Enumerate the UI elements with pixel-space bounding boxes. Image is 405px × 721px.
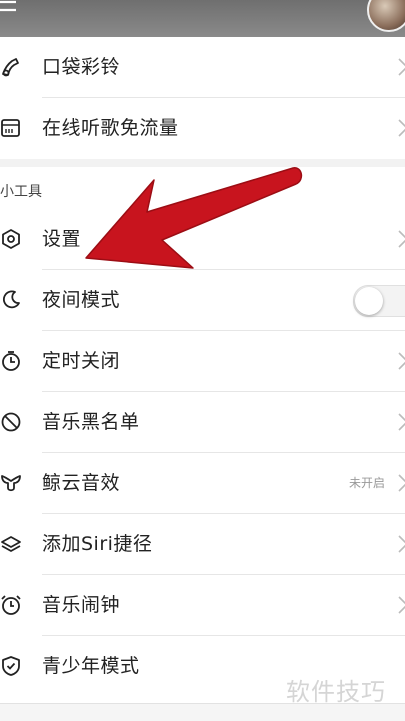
menu-item-label: 青少年模式	[42, 655, 140, 677]
toggle-knob	[355, 287, 383, 315]
menu-item-ringtone[interactable]: 口袋彩铃	[0, 37, 405, 98]
chevron-right-icon	[397, 57, 405, 77]
menu-item-settings[interactable]: 设置	[0, 209, 405, 270]
chevron-right-icon	[397, 595, 405, 615]
chevron-right-icon	[397, 351, 405, 371]
chevron-right-icon	[397, 118, 405, 138]
menu-item-label: 鲸云音效	[42, 472, 121, 494]
timer-icon	[0, 350, 22, 372]
menu-item-label: 音乐闹钟	[42, 594, 121, 616]
watermark-text: 软件技巧	[286, 678, 386, 706]
alarm-icon	[0, 594, 22, 616]
menu-item-sound-effect[interactable]: 鲸云音效 未开启	[0, 453, 405, 514]
layers-icon	[0, 533, 22, 555]
chevron-right-icon	[397, 229, 405, 249]
section-gap	[0, 159, 405, 167]
blocked-icon	[0, 411, 22, 433]
ringtone-icon	[0, 56, 22, 78]
menu-item-label: 在线听歌免流量	[42, 117, 179, 139]
section-title: 小工具	[0, 184, 42, 200]
top-bar	[0, 0, 405, 37]
menu-item-siri-shortcut[interactable]: 添加Siri捷径	[0, 514, 405, 575]
menu-item-free-data[interactable]: 在线听歌免流量	[0, 98, 405, 159]
menu-item-label: 音乐黑名单	[42, 411, 140, 433]
whale-icon	[0, 472, 22, 494]
menu-item-night-mode[interactable]: 夜间模式	[0, 270, 405, 331]
menu-item-label: 定时关闭	[42, 350, 121, 372]
chevron-right-icon	[397, 412, 405, 432]
settings-icon	[0, 228, 22, 250]
night-mode-toggle[interactable]	[353, 285, 405, 317]
menu-item-music-alarm[interactable]: 音乐闹钟	[0, 575, 405, 636]
section-header-tools: 小工具	[0, 167, 405, 209]
menu-item-label: 设置	[42, 228, 82, 250]
sim-card-icon	[0, 117, 22, 139]
status-text: 未开启	[348, 476, 385, 490]
menu-item-label: 夜间模式	[42, 289, 121, 311]
menu-item-blacklist[interactable]: 音乐黑名单	[0, 392, 405, 453]
chevron-right-icon	[397, 473, 405, 493]
menu-icon[interactable]	[0, 0, 22, 20]
menu-list: 口袋彩铃 在线听歌免流量 小工具 设置 夜间模式 定时关闭 音乐黑名单 鲸云音效…	[0, 37, 405, 697]
menu-item-label: 口袋彩铃	[42, 56, 121, 78]
avatar[interactable]	[367, 0, 405, 32]
menu-item-label: 添加Siri捷径	[42, 533, 153, 555]
chevron-right-icon	[397, 534, 405, 554]
shield-icon	[0, 655, 22, 677]
moon-icon	[0, 289, 22, 311]
menu-item-sleep-timer[interactable]: 定时关闭	[0, 331, 405, 392]
